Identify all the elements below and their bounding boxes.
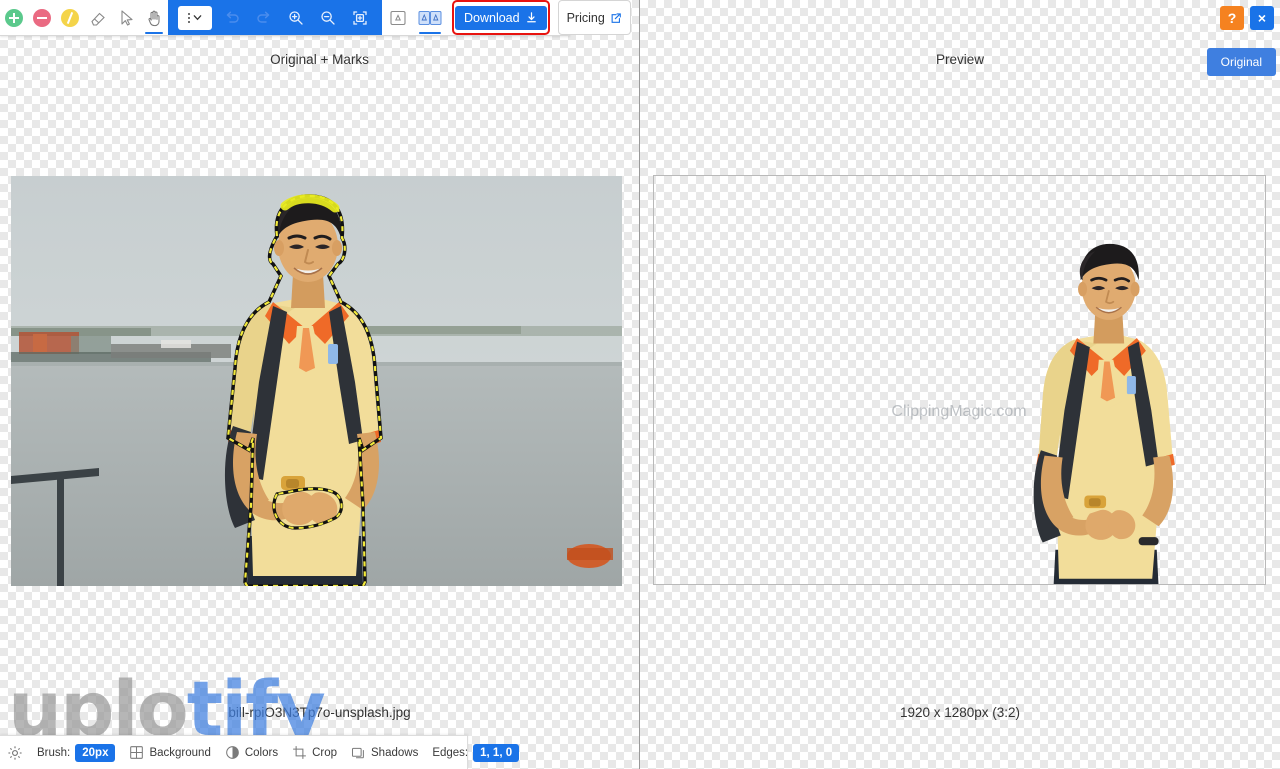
green-plus-circle-icon <box>5 8 23 27</box>
add-foreground-tool[interactable] <box>0 0 28 36</box>
edges-value-badge[interactable]: 1, 1, 0 <box>473 743 520 762</box>
original-image-canvas[interactable] <box>11 176 622 586</box>
shadows-button[interactable]: Shadows <box>344 736 425 769</box>
crop-label: Crop <box>312 746 338 759</box>
clipping-editor-app: Download Pricing ? × Original Original +… <box>0 0 1280 769</box>
pricing-button[interactable]: Pricing <box>557 0 631 35</box>
original-photo <box>11 176 622 586</box>
bottom-toolbar: Brush: 20px Background Colors Crop Shado… <box>0 735 520 769</box>
remove-background-tool[interactable] <box>28 0 56 36</box>
settings-button[interactable] <box>0 736 30 769</box>
eraser-icon <box>91 12 105 26</box>
original-filename-caption: bill-rpiO3N3Tp7o-unsplash.jpg <box>228 705 411 720</box>
external-link-icon <box>611 12 621 23</box>
background-label: Background <box>149 746 211 759</box>
undo-button[interactable] <box>216 0 248 36</box>
panel-divider <box>639 0 640 769</box>
brush-size-badge[interactable]: 20px <box>75 743 116 762</box>
split-view-button[interactable] <box>414 0 446 36</box>
single-pane-icon <box>390 10 406 25</box>
shadows-label: Shadows <box>371 746 419 759</box>
cursor-arrow-icon <box>121 9 133 26</box>
edges-control[interactable]: Edges: 1, 1, 0 <box>425 736 526 769</box>
zoom-in-button[interactable] <box>280 0 312 36</box>
crop-button[interactable]: Crop <box>285 736 344 769</box>
download-label: Download <box>464 10 520 25</box>
kebab-dots-icon <box>187 12 190 23</box>
colors-label: Colors <box>244 746 279 759</box>
close-button[interactable]: × <box>1250 6 1274 30</box>
zoom-out-icon <box>321 10 335 25</box>
cursor-tool[interactable] <box>112 0 140 36</box>
red-minus-circle-icon <box>33 8 51 27</box>
preview-canvas[interactable]: ClippingMagic.com <box>653 175 1266 585</box>
top-toolbar: Download Pricing <box>0 0 631 36</box>
window-controls: ? × <box>1220 6 1274 30</box>
pricing-label: Pricing <box>566 10 605 25</box>
background-button[interactable]: Background <box>122 736 217 769</box>
preview-cutout: ClippingMagic.com <box>891 243 1175 584</box>
tool-group-brushes <box>0 0 168 35</box>
left-panel-title: Original + Marks <box>270 52 369 67</box>
zoom-out-button[interactable] <box>312 0 344 36</box>
eraser-tool[interactable] <box>84 0 112 36</box>
tool-options-dropdown[interactable] <box>178 5 212 30</box>
preview-watermark-text: ClippingMagic.com <box>891 403 1026 420</box>
brush-size-control[interactable]: Brush: 20px <box>30 736 122 769</box>
redo-arrow-icon <box>257 11 270 23</box>
undo-arrow-icon <box>226 11 239 23</box>
layers-shadow-icon <box>352 747 364 759</box>
download-highlight-frame: Download <box>452 0 550 35</box>
fit-to-screen-button[interactable] <box>344 0 376 36</box>
zoom-in-icon <box>289 10 303 25</box>
yellow-line-circle-icon <box>61 8 79 27</box>
pan-tool[interactable] <box>140 0 168 36</box>
brush-label: Brush: <box>37 746 71 759</box>
edges-label: Edges: <box>432 746 469 759</box>
single-view-button[interactable] <box>382 0 414 36</box>
tool-group-views <box>382 0 446 35</box>
colors-button[interactable]: Colors <box>218 736 285 769</box>
crop-icon <box>293 746 306 759</box>
half-circle-contrast-icon <box>226 746 239 759</box>
right-panel-title: Preview <box>935 52 984 67</box>
help-button[interactable]: ? <box>1220 6 1244 30</box>
download-button[interactable]: Download <box>455 5 547 30</box>
tool-group-history-zoom <box>168 0 382 35</box>
preview-dimensions-caption: 1920 x 1280px (3:2) <box>899 705 1021 720</box>
chevron-down-icon <box>193 15 201 21</box>
redo-button[interactable] <box>248 0 280 36</box>
fit-screen-icon <box>353 10 367 25</box>
hand-icon <box>148 10 160 26</box>
grid-squares-icon <box>130 746 144 759</box>
hairline-tool[interactable] <box>56 0 84 36</box>
download-icon <box>526 12 536 23</box>
split-pane-icon <box>418 10 442 25</box>
gear-icon <box>8 745 22 760</box>
